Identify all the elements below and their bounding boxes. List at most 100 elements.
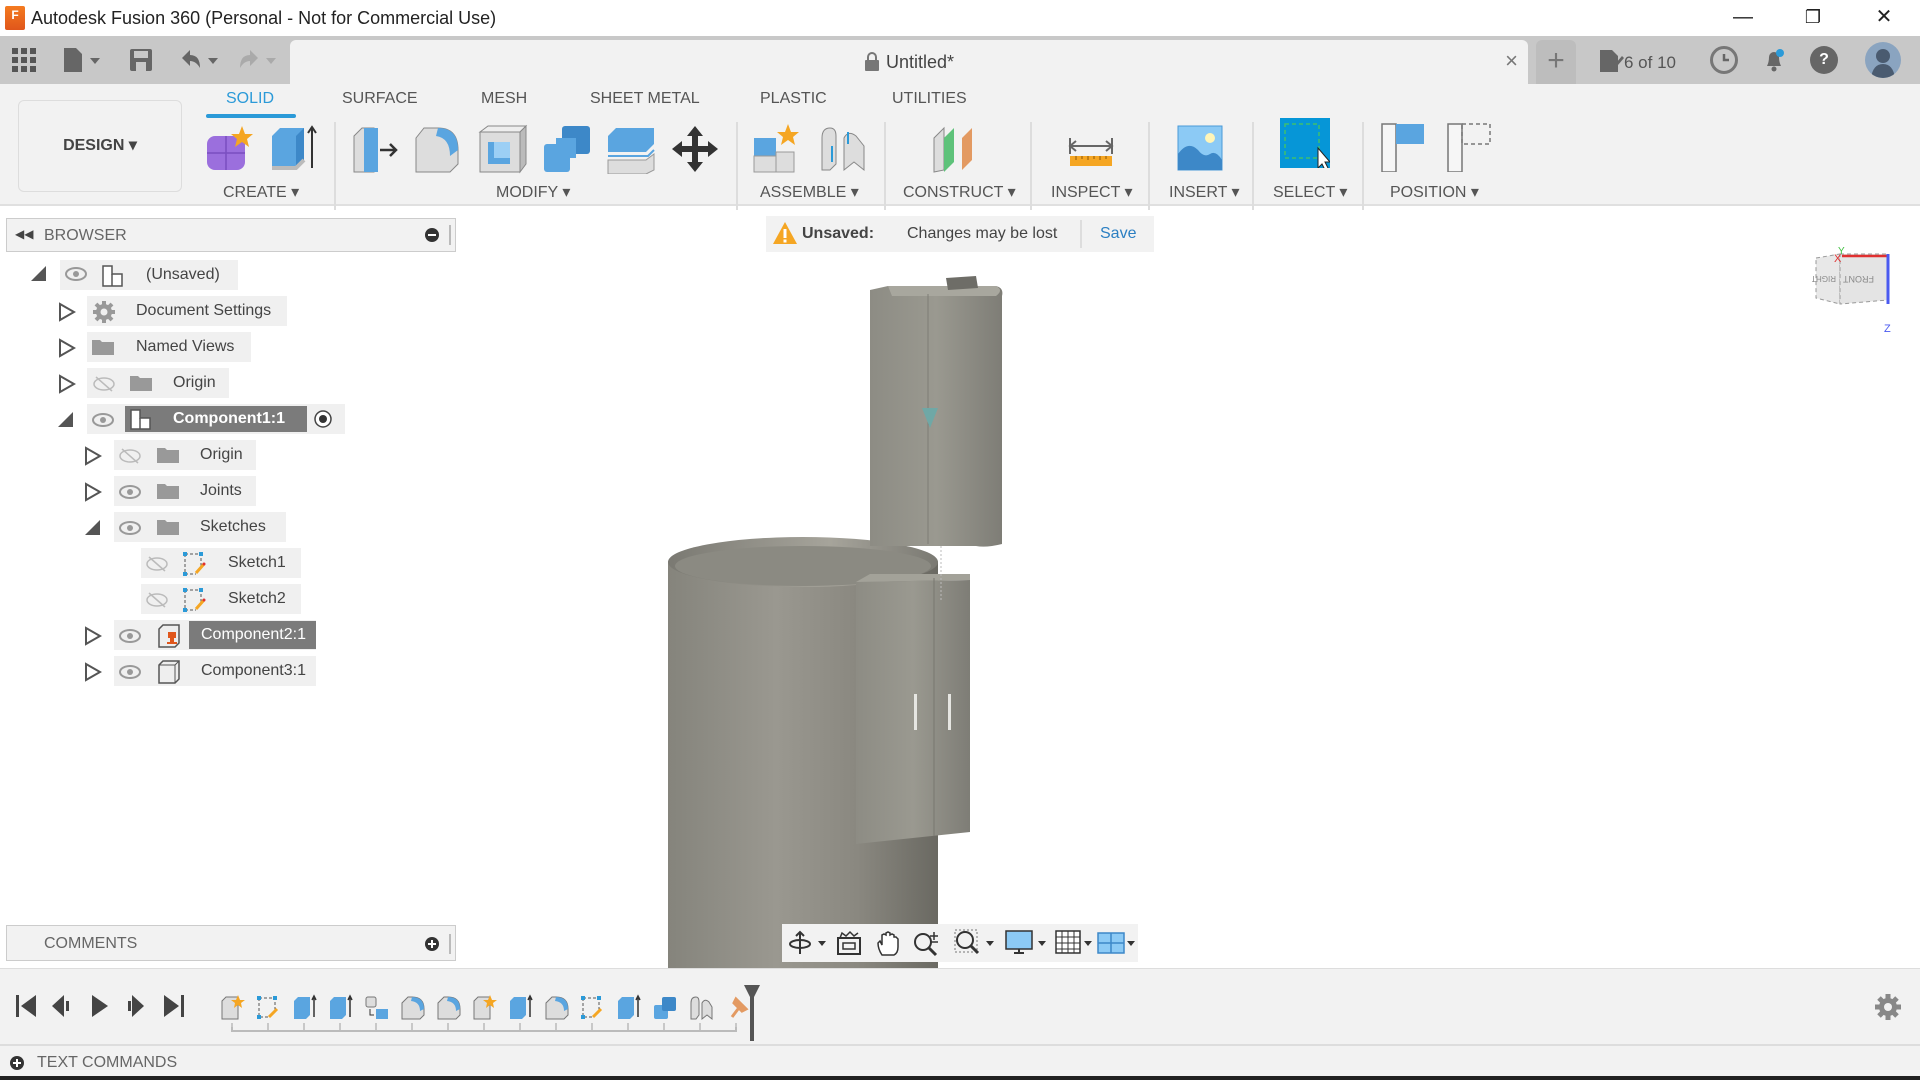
timeline-feature-align-icon[interactable] <box>365 996 388 1019</box>
tree-label[interactable]: (Unsaved) <box>146 266 220 284</box>
history-clock-icon[interactable] <box>1710 46 1738 74</box>
timeline-marker[interactable] <box>742 983 762 1045</box>
expand-triangle-icon[interactable] <box>58 302 76 322</box>
3d-viewport[interactable]: FRONT RIGHT X Y Z <box>456 210 1920 968</box>
timeline-feature-extrude-icon[interactable] <box>618 994 641 1019</box>
play-icon[interactable] <box>88 993 112 1019</box>
fillet-icon[interactable] <box>414 124 464 174</box>
tab-mesh[interactable]: MESH <box>481 90 527 108</box>
document-tab[interactable]: Untitled* × <box>290 40 1528 84</box>
viewcube-front-face[interactable]: FRONT <box>1843 274 1874 284</box>
job-status[interactable]: 6 of 10 <box>1598 48 1676 74</box>
look-at-icon[interactable] <box>836 930 864 956</box>
pan-hand-icon[interactable] <box>874 929 902 957</box>
step-forward-icon[interactable] <box>124 993 148 1019</box>
eye-hidden-icon[interactable] <box>145 592 169 608</box>
tab-surface[interactable]: SURFACE <box>342 90 418 108</box>
timeline-settings-gear-icon[interactable] <box>1874 993 1902 1021</box>
eye-icon[interactable] <box>118 664 142 680</box>
step-back-icon[interactable] <box>50 993 74 1019</box>
expand-text-commands-icon[interactable] <box>10 1056 24 1070</box>
add-comment-icon[interactable] <box>425 937 439 951</box>
expand-triangle-icon[interactable] <box>84 446 102 466</box>
minimize-button[interactable]: — <box>1713 0 1773 36</box>
eye-icon[interactable] <box>118 520 142 536</box>
eye-hidden-icon[interactable] <box>92 376 116 392</box>
measure-icon[interactable] <box>1066 124 1116 174</box>
close-tab-icon[interactable]: × <box>1505 48 1518 74</box>
timeline-feature-fillet-icon[interactable] <box>437 996 461 1020</box>
new-component-icon[interactable] <box>752 124 802 174</box>
tree-label[interactable]: Sketches <box>200 518 266 536</box>
tab-solid[interactable]: SOLID <box>226 90 274 108</box>
eye-hidden-icon[interactable] <box>145 556 169 572</box>
insert-menu[interactable]: INSERT ▾ <box>1169 182 1240 202</box>
shell-icon[interactable] <box>478 124 528 174</box>
panel-resize-handle[interactable] <box>449 225 451 245</box>
grid-snaps-icon[interactable] <box>1054 929 1094 957</box>
eye-icon[interactable] <box>118 628 142 644</box>
restore-button[interactable]: ❐ <box>1783 0 1843 36</box>
view-cube[interactable]: FRONT RIGHT X Y Z <box>1812 246 1896 334</box>
model-canvas[interactable] <box>456 210 1920 968</box>
file-menu-icon[interactable] <box>62 46 102 74</box>
combine-icon[interactable] <box>542 124 592 174</box>
tree-label[interactable]: Component2:1 <box>201 626 306 644</box>
assemble-menu[interactable]: ASSEMBLE ▾ <box>760 182 859 202</box>
construct-menu[interactable]: CONSTRUCT ▾ <box>903 182 1016 202</box>
collapse-triangle-icon[interactable] <box>30 265 48 283</box>
create-menu[interactable]: CREATE ▾ <box>223 182 299 202</box>
viewports-icon[interactable] <box>1096 929 1136 957</box>
insert-image-icon[interactable] <box>1176 124 1226 174</box>
display-settings-icon[interactable] <box>1004 929 1048 957</box>
timeline-feature-sketch-icon[interactable] <box>581 996 603 1019</box>
expand-triangle-icon[interactable] <box>58 338 76 358</box>
data-panel-grid-icon[interactable] <box>12 48 36 76</box>
inspect-menu[interactable]: INSPECT ▾ <box>1051 182 1133 202</box>
save-icon[interactable] <box>128 47 154 75</box>
select-tool-icon[interactable] <box>1280 118 1330 168</box>
tree-label[interactable]: Sketch2 <box>228 590 286 608</box>
expand-triangle-icon[interactable] <box>84 626 102 646</box>
eye-hidden-icon[interactable] <box>118 448 142 464</box>
collapse-triangle-icon[interactable] <box>57 411 75 429</box>
go-to-end-icon[interactable] <box>162 993 186 1019</box>
timeline-feature-sketch-icon[interactable] <box>257 996 279 1019</box>
eye-icon[interactable] <box>64 266 88 282</box>
modify-menu[interactable]: MODIFY ▾ <box>496 182 570 202</box>
tree-label[interactable]: Component1:1 <box>173 410 285 428</box>
save-link[interactable]: Save <box>1100 225 1136 243</box>
revert-position-icon[interactable] <box>1446 122 1496 172</box>
eye-icon[interactable] <box>91 412 115 428</box>
timeline-feature-extrude-icon[interactable] <box>510 994 533 1019</box>
expand-triangle-icon[interactable] <box>84 662 102 682</box>
tree-label[interactable]: Sketch1 <box>228 554 286 572</box>
collapse-triangle-icon[interactable] <box>84 519 102 537</box>
expand-triangle-icon[interactable] <box>84 482 102 502</box>
offset-plane-icon[interactable] <box>930 124 980 174</box>
collapse-browser-icon[interactable]: ◀◀ <box>15 227 33 241</box>
offset-face-icon[interactable] <box>606 124 656 174</box>
select-menu[interactable]: SELECT ▾ <box>1273 182 1347 202</box>
timeline-feature-new-component-icon[interactable] <box>473 995 497 1020</box>
notifications-bell-icon[interactable] <box>1760 46 1788 74</box>
fit-window-icon[interactable] <box>954 929 996 957</box>
tab-sheet-metal[interactable]: SHEET METAL <box>590 90 700 108</box>
browser-minimize-icon[interactable] <box>425 228 439 242</box>
tree-label[interactable]: Origin <box>200 446 243 464</box>
go-to-start-icon[interactable] <box>14 993 38 1019</box>
help-icon[interactable]: ? <box>1810 46 1838 74</box>
timeline-feature-joint-icon[interactable] <box>690 996 713 1021</box>
tree-label[interactable]: Component3:1 <box>201 662 306 680</box>
close-window-button[interactable]: ✕ <box>1854 0 1914 36</box>
new-tab-button[interactable]: + <box>1536 40 1576 84</box>
tree-label[interactable]: Document Settings <box>136 302 271 320</box>
create-sketch-component-icon[interactable] <box>204 124 254 174</box>
mounting-block[interactable] <box>856 574 970 844</box>
undo-icon[interactable] <box>178 46 222 74</box>
timeline-feature-extrude-icon[interactable] <box>294 994 317 1019</box>
viewcube-right-face[interactable]: RIGHT <box>1812 274 1836 283</box>
tree-label[interactable]: Named Views <box>136 338 234 356</box>
eye-icon[interactable] <box>118 484 142 500</box>
zoom-icon[interactable] <box>912 929 942 957</box>
